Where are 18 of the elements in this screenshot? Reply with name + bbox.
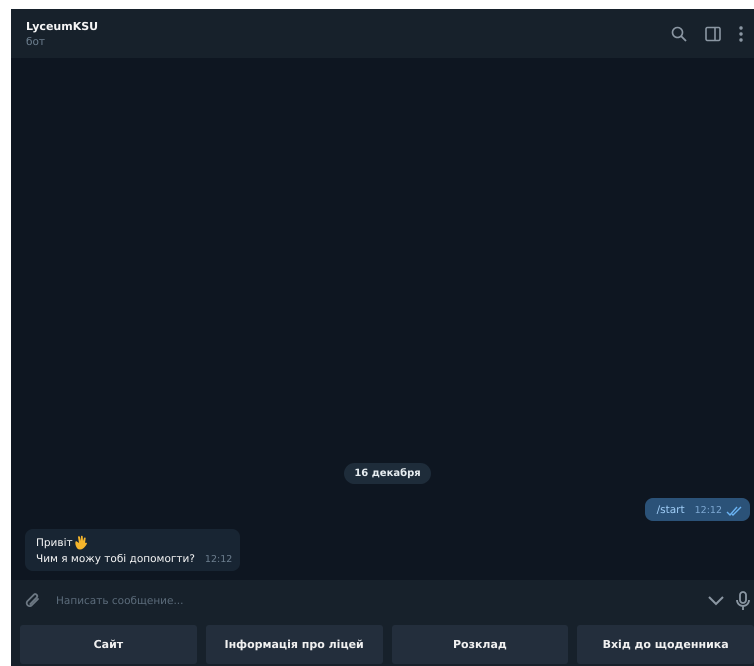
menu-icon[interactable]: [739, 26, 743, 42]
keyboard-button[interactable]: Розклад: [392, 625, 568, 664]
chevron-down-icon[interactable]: [708, 596, 724, 606]
date-badge: 16 декабря: [344, 463, 431, 484]
chat-title: LyceumKSU: [26, 20, 98, 32]
message-time: 12:12: [204, 554, 232, 565]
chat-subtitle: бот: [26, 36, 46, 48]
message-text: /start: [656, 504, 685, 516]
microphone-icon[interactable]: [736, 591, 750, 611]
message-input[interactable]: Написать сообщение...: [54, 591, 696, 611]
keyboard-button[interactable]: Вхід до щоденника: [577, 625, 754, 664]
message-text: Привіт: [36, 536, 73, 548]
keyboard-button[interactable]: Сайт: [20, 625, 197, 664]
message-time: 12:12: [694, 505, 722, 516]
keyboard-button[interactable]: Інформація про ліцей: [206, 625, 382, 664]
sidebar-icon[interactable]: [705, 26, 721, 42]
search-icon[interactable]: [671, 26, 687, 42]
message-text: Чим я можу тобі допомогти?: [36, 553, 195, 565]
